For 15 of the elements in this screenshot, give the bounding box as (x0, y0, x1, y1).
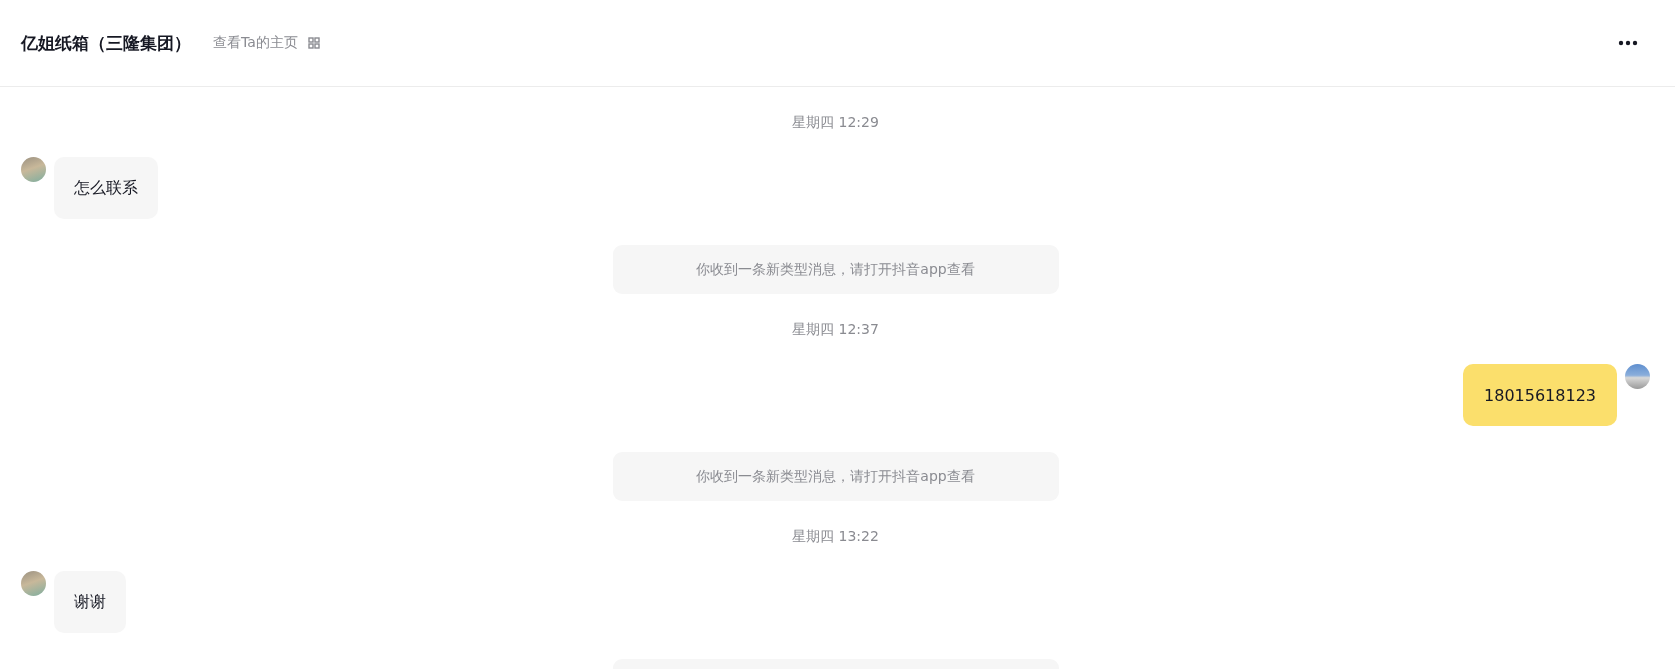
timestamp: 星期四 13:22 (792, 527, 879, 545)
system-notice: 你收到一条新类型消息，请打开抖音app查看 (612, 245, 1059, 294)
message-bubble: 怎么联系 (54, 157, 158, 219)
chat-title: 亿姐纸箱（三隆集团） (21, 31, 191, 55)
avatar[interactable] (1625, 364, 1650, 389)
message-bubble: 18015618123 (1463, 364, 1617, 426)
timestamp: 星期四 12:29 (792, 113, 879, 131)
profile-link[interactable]: 查看Ta的主页 (213, 34, 298, 52)
avatar[interactable] (21, 157, 46, 182)
message-bubble: 谢谢 (54, 571, 126, 633)
system-notice: 你收到一条新类型消息，请打开抖音app查看 (612, 452, 1059, 501)
avatar[interactable] (21, 571, 46, 596)
timestamp: 星期四 12:37 (792, 320, 879, 338)
more-icon[interactable] (1618, 40, 1638, 46)
qr-code-icon[interactable] (307, 37, 320, 49)
